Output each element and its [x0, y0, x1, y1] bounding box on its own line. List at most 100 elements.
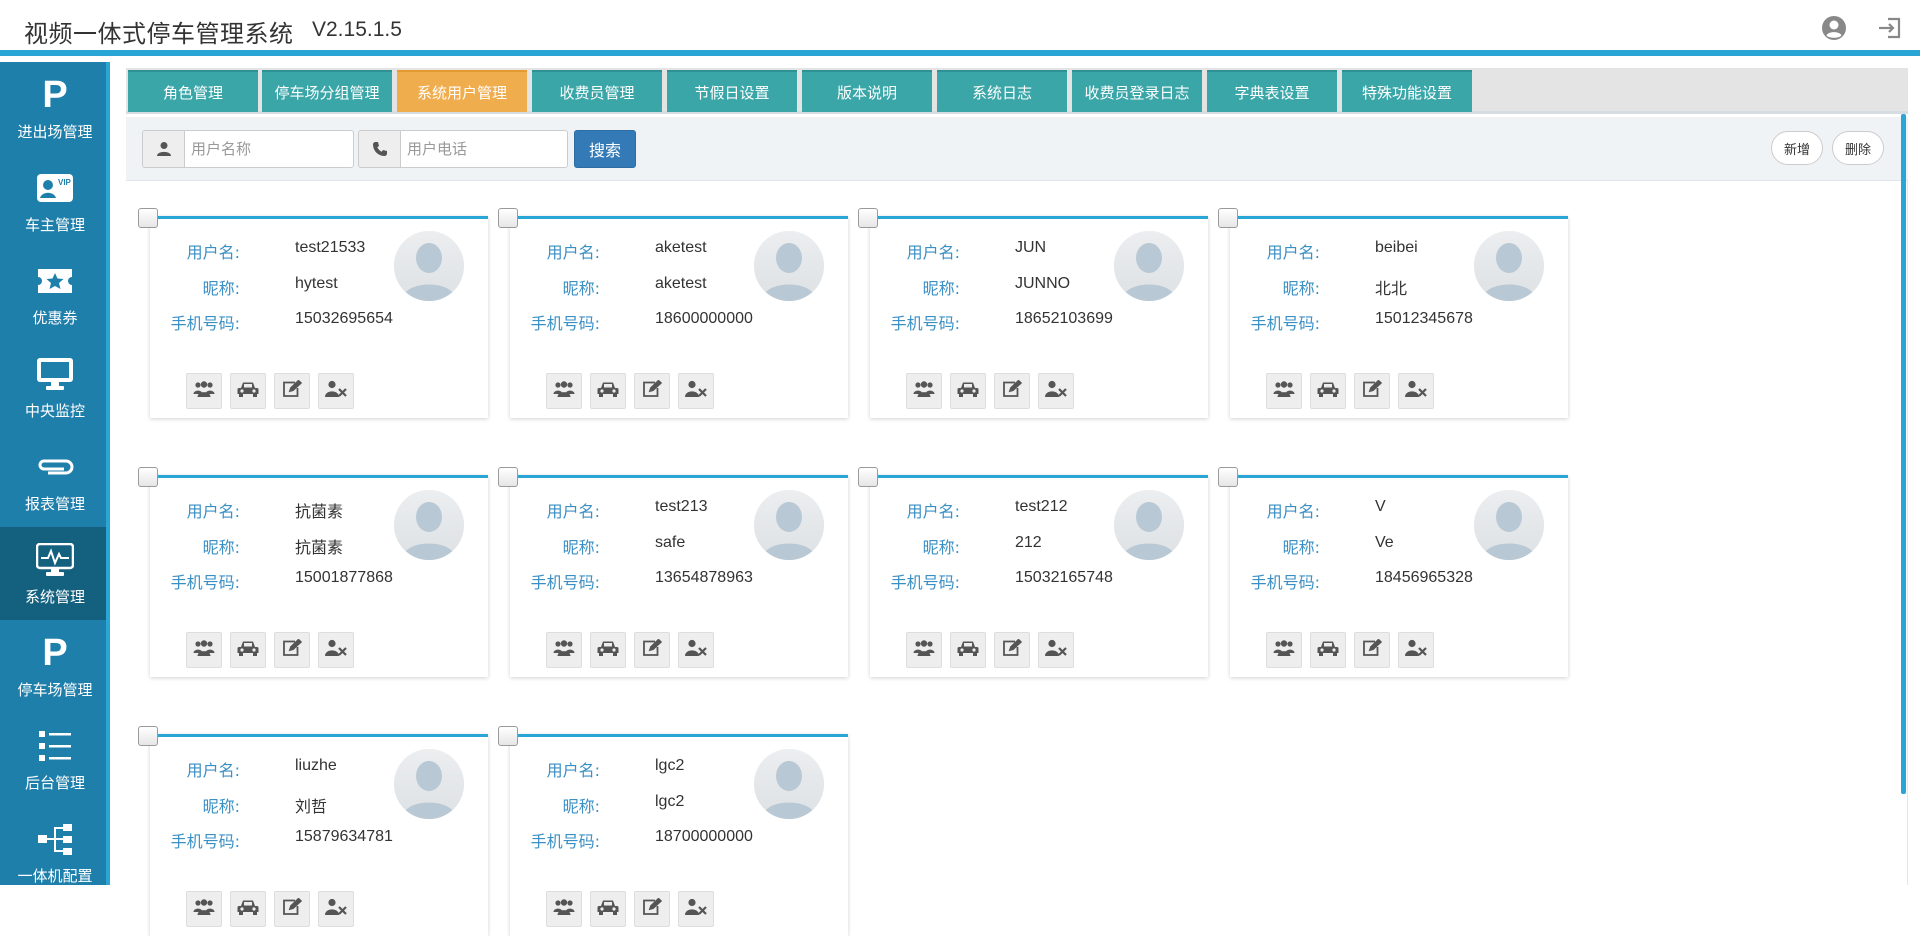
edit-user-button[interactable]: [274, 373, 310, 409]
edit-user-button[interactable]: [634, 632, 670, 668]
tab-dictionary[interactable]: 字典表设置: [1207, 70, 1337, 112]
user-card-checkbox[interactable]: [138, 208, 158, 228]
sidebar-item-device-config[interactable]: 一体机配置: [0, 806, 106, 885]
sidebar-item-monitoring[interactable]: 中央监控: [0, 341, 106, 434]
user-card-nickname: 212: [1015, 534, 1042, 551]
tab-parking-groups[interactable]: 停车场分组管理: [262, 70, 392, 112]
sidebar-item-reports[interactable]: 报表管理: [0, 434, 106, 527]
remove-user-button[interactable]: [318, 373, 354, 409]
sidebar-item-system[interactable]: 系统管理: [0, 527, 106, 620]
avatar: [394, 749, 464, 819]
user-card-checkbox[interactable]: [498, 467, 518, 487]
tab-toll-collectors[interactable]: 收费员管理: [532, 70, 662, 112]
tab-system-users[interactable]: 系统用户管理: [397, 70, 527, 112]
role-assign-button[interactable]: [1266, 373, 1302, 409]
remove-user-icon: [325, 639, 347, 661]
user-card-nickname-label: 昵称:: [1282, 279, 1320, 298]
vehicle-button[interactable]: [590, 632, 626, 668]
tab-roles[interactable]: 角色管理: [128, 70, 258, 112]
user-card-username: beibei: [1375, 239, 1418, 256]
users-icon: [193, 380, 215, 402]
user-card: 用户名: V 昵称: Ve 手机号码: 18456965328: [1218, 467, 1568, 677]
vehicle-button[interactable]: [1310, 632, 1346, 668]
tab-system-log[interactable]: 系统日志: [937, 70, 1067, 112]
vehicle-button[interactable]: [590, 373, 626, 409]
remove-user-button[interactable]: [1038, 632, 1074, 668]
remove-user-button[interactable]: [318, 632, 354, 668]
car-icon: [1317, 380, 1339, 402]
user-card-checkbox[interactable]: [138, 467, 158, 487]
tab-version-notes[interactable]: 版本说明: [802, 70, 932, 112]
sidebar-item-entry-exit[interactable]: P 进出场管理: [0, 62, 106, 155]
role-assign-button[interactable]: [546, 373, 582, 409]
sidebar-item-backend[interactable]: 后台管理: [0, 713, 106, 806]
sidebar-item-parking-lots[interactable]: P 停车场管理: [0, 620, 106, 713]
remove-user-button[interactable]: [1038, 373, 1074, 409]
user-card-username-row: 用户名: 抗菌素: [150, 498, 370, 521]
tab-collector-login-log[interactable]: 收费员登录日志: [1072, 70, 1202, 112]
remove-user-button[interactable]: [678, 373, 714, 409]
app-header: 视频一体式停车管理系统 V2.15.1.5: [0, 0, 1920, 56]
remove-user-button[interactable]: [678, 632, 714, 668]
logout-icon[interactable]: [1876, 14, 1904, 42]
vehicle-button[interactable]: [590, 891, 626, 927]
sidebar-item-label: 车主管理: [24, 216, 85, 234]
edit-user-button[interactable]: [1354, 632, 1390, 668]
user-card-checkbox[interactable]: [858, 208, 878, 228]
vehicle-button[interactable]: [950, 373, 986, 409]
vehicle-button[interactable]: [230, 632, 266, 668]
edit-user-button[interactable]: [994, 373, 1030, 409]
user-card-checkbox[interactable]: [138, 726, 158, 746]
page-scrollbar[interactable]: [1901, 114, 1906, 794]
role-assign-button[interactable]: [1266, 632, 1302, 668]
user-card: 用户名: beibei 昵称: 北北 手机号码: 15012345678: [1218, 208, 1568, 418]
car-icon: [957, 380, 979, 402]
user-card-nickname-label: 昵称:: [1282, 538, 1320, 557]
vehicle-button[interactable]: [950, 632, 986, 668]
remove-user-button[interactable]: [318, 891, 354, 927]
username-search-input[interactable]: [184, 130, 354, 168]
sidebar-item-coupons[interactable]: 优惠券: [0, 248, 106, 341]
remove-user-button[interactable]: [1398, 373, 1434, 409]
user-card-checkbox[interactable]: [1218, 208, 1238, 228]
role-assign-button[interactable]: [186, 373, 222, 409]
user-card-username-label: 用户名:: [186, 243, 240, 262]
role-assign-button[interactable]: [906, 632, 942, 668]
car-icon: [237, 898, 259, 920]
edit-user-button[interactable]: [634, 891, 670, 927]
remove-user-button[interactable]: [678, 891, 714, 927]
car-icon: [237, 639, 259, 661]
user-card-checkbox[interactable]: [498, 726, 518, 746]
sidebar-item-owners[interactable]: VIP 车主管理: [0, 155, 106, 248]
user-card-actions: [906, 632, 1074, 668]
tab-holidays[interactable]: 节假日设置: [667, 70, 797, 112]
role-assign-button[interactable]: [186, 632, 222, 668]
user-card-checkbox[interactable]: [1218, 467, 1238, 487]
delete-user-button[interactable]: 删除: [1832, 131, 1885, 165]
role-assign-button[interactable]: [546, 632, 582, 668]
edit-user-button[interactable]: [274, 632, 310, 668]
vehicle-button[interactable]: [230, 891, 266, 927]
tab-special-functions[interactable]: 特殊功能设置: [1342, 70, 1472, 112]
edit-user-button[interactable]: [994, 632, 1030, 668]
vehicle-button[interactable]: [230, 373, 266, 409]
user-card-phone-row: 手机号码: 13654878963: [510, 569, 753, 592]
users-icon: [1273, 380, 1295, 402]
user-account-icon[interactable]: [1820, 14, 1848, 42]
phone-search-input[interactable]: [400, 130, 568, 168]
edit-user-button[interactable]: [634, 373, 670, 409]
user-card-checkbox[interactable]: [858, 467, 878, 487]
remove-user-button[interactable]: [1398, 632, 1434, 668]
user-card-nickname-row: 昵称: 北北: [1230, 275, 1450, 298]
vehicle-button[interactable]: [1310, 373, 1346, 409]
role-assign-button[interactable]: [906, 373, 942, 409]
user-card-nickname-label: 昵称:: [562, 279, 600, 298]
svg-text:VIP: VIP: [58, 178, 72, 187]
user-card-checkbox[interactable]: [498, 208, 518, 228]
add-user-button[interactable]: 新增: [1771, 131, 1824, 165]
role-assign-button[interactable]: [546, 891, 582, 927]
edit-user-button[interactable]: [1354, 373, 1390, 409]
search-button[interactable]: 搜索: [574, 130, 636, 168]
edit-user-button[interactable]: [274, 891, 310, 927]
role-assign-button[interactable]: [186, 891, 222, 927]
